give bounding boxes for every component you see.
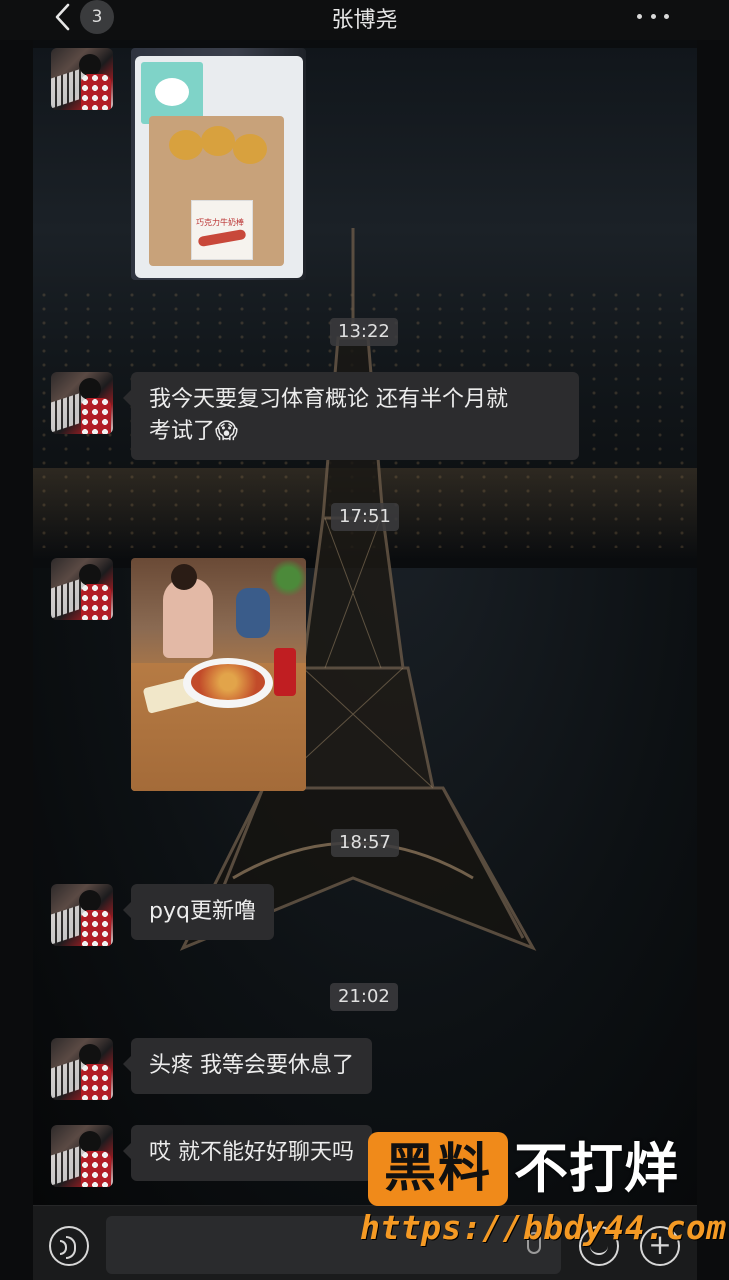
- more-options-button[interactable]: [637, 4, 669, 28]
- contact-avatar[interactable]: [51, 1125, 113, 1187]
- contact-avatar[interactable]: [51, 48, 113, 110]
- chat-header: 3 张博尧: [0, 0, 729, 40]
- text-message-bubble[interactable]: 哎 就不能好好聊天吗: [123, 1125, 372, 1181]
- message-text: pyq更新噜: [149, 899, 256, 924]
- chat-screen: 3 张博尧 巧克力牛奶棒 13:22 我今天要复习体育概论 还有半个月就 考试了…: [0, 0, 729, 1280]
- text-message-bubble[interactable]: 头疼 我等会要休息了: [123, 1038, 372, 1094]
- dot-icon: [664, 13, 669, 19]
- contact-avatar[interactable]: [51, 558, 113, 620]
- timestamp: 17:51: [331, 503, 399, 531]
- watermark-text: 不打烊: [514, 1137, 679, 1200]
- dot-icon: [650, 13, 656, 19]
- dot-icon: [637, 13, 642, 19]
- voice-icon[interactable]: [49, 1226, 89, 1266]
- timestamp: 18:57: [331, 829, 399, 857]
- contact-avatar[interactable]: [51, 372, 113, 434]
- message-text: 哎 就不能好好聊天吗: [149, 1140, 354, 1165]
- product-label: 巧克力牛奶棒: [191, 200, 253, 260]
- text-message-bubble[interactable]: pyq更新噜: [123, 884, 274, 940]
- text-message-bubble[interactable]: 我今天要复习体育概论 还有半个月就 考试了😱: [123, 372, 579, 460]
- watermark-badge: 黑料: [368, 1132, 508, 1206]
- contact-avatar[interactable]: [51, 1038, 113, 1100]
- product-label-text: 巧克力牛奶棒: [196, 218, 244, 227]
- chat-title: 张博尧: [331, 8, 398, 33]
- watermark-url: https://bbdy44.com: [360, 1208, 727, 1247]
- message-line: 考试了😱: [149, 419, 238, 444]
- timestamp: 13:22: [330, 318, 398, 346]
- message-line: 我今天要复习体育概论 还有半个月就: [149, 387, 508, 412]
- message-text: 头疼 我等会要休息了: [149, 1053, 354, 1078]
- timestamp: 21:02: [330, 983, 398, 1011]
- image-message-restaurant[interactable]: [131, 558, 306, 791]
- image-message-bread-bag[interactable]: 巧克力牛奶棒: [131, 48, 306, 280]
- sticker-icon: [141, 62, 203, 124]
- contact-avatar[interactable]: [51, 884, 113, 946]
